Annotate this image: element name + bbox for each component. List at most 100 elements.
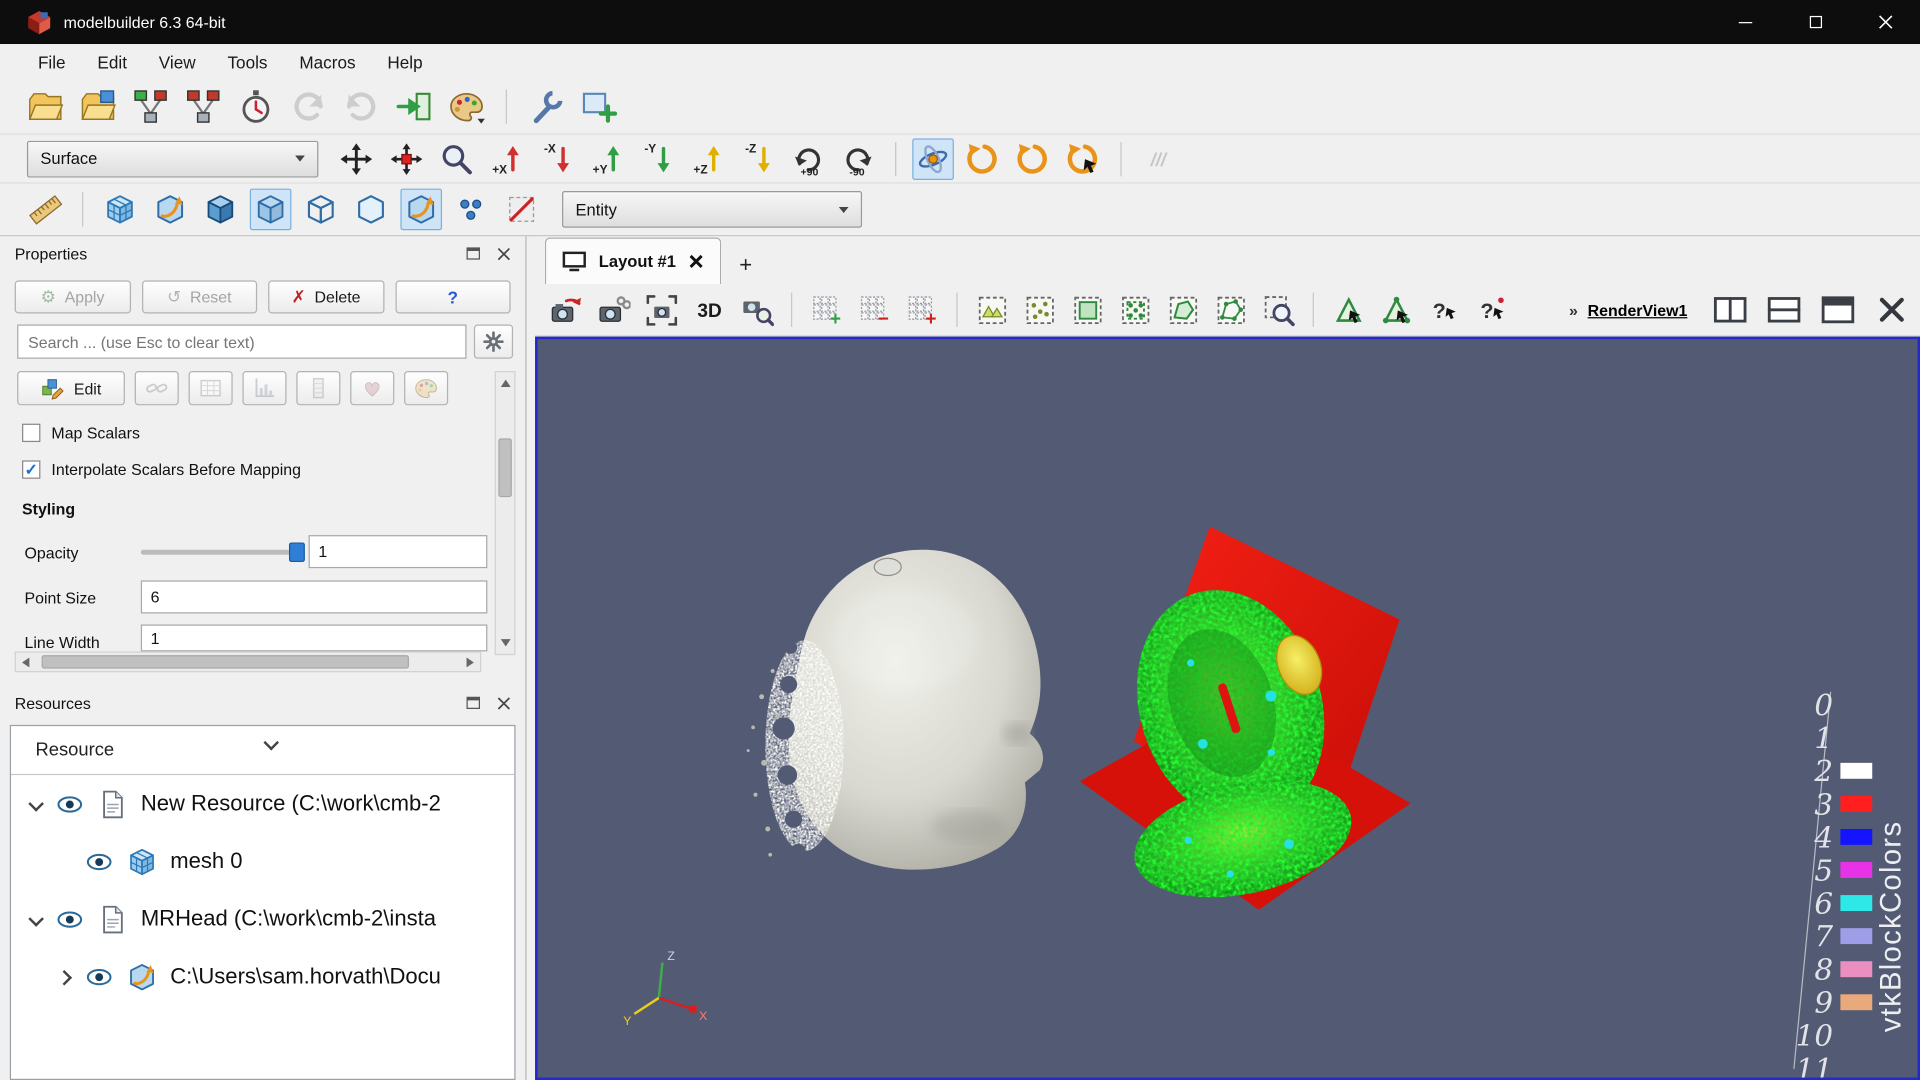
delete-button[interactable]: ✗ Delete — [268, 280, 384, 314]
menu-file[interactable]: File — [22, 47, 81, 76]
camera-elevation-icon[interactable] — [1063, 138, 1105, 180]
minimize-button[interactable] — [1711, 0, 1781, 44]
edit-column-button[interactable] — [296, 371, 341, 406]
opacity-field[interactable]: 1 — [308, 535, 488, 569]
split-horizontal-icon[interactable] — [1707, 287, 1754, 334]
interactive-select-cells-icon[interactable] — [1327, 289, 1369, 331]
apply-button[interactable]: ⚙ Apply — [14, 280, 131, 314]
interactive-select-points-icon[interactable] — [1375, 289, 1417, 331]
close-dock-icon[interactable] — [497, 247, 510, 260]
scroll-right-icon[interactable] — [466, 656, 474, 667]
rep-solid-icon[interactable] — [200, 189, 242, 231]
properties-horizontal-scrollbar[interactable] — [14, 651, 482, 673]
grid-modify-icon[interactable]: + — [901, 289, 943, 331]
edit-button[interactable]: Edit — [17, 371, 125, 406]
tree-row[interactable]: C:\Users\sam.horvath\Docu — [11, 948, 514, 1006]
float-dock-icon[interactable] — [466, 696, 481, 709]
rep-glyph2-icon[interactable] — [400, 188, 443, 231]
render-viewport[interactable]: Z X Y 0 1 2 3 4 5 6 7 8 9 10 11 vtkBlockColors — [535, 336, 1920, 1080]
menu-view[interactable]: View — [143, 47, 212, 76]
tree-expander-icon[interactable] — [28, 797, 43, 812]
visibility-eye-icon[interactable] — [55, 904, 84, 933]
tree-row[interactable]: MRHead (C:\work\cmb-2\insta — [11, 890, 514, 948]
select-cells-on-icon[interactable] — [971, 289, 1013, 331]
visibility-eye-icon[interactable] — [84, 847, 113, 876]
open-file-icon[interactable] — [24, 86, 66, 128]
rep-wireframe-icon[interactable] — [300, 189, 342, 231]
help-button[interactable]: ? — [394, 280, 511, 314]
tree-row[interactable]: New Resource (C:\work\cmb-2 — [11, 775, 514, 833]
tree-row[interactable]: mesh 0 — [11, 833, 514, 891]
view-minus-y-icon[interactable]: -Y — [637, 138, 679, 180]
auto-apply-icon[interactable] — [393, 86, 435, 128]
menu-tools[interactable]: Tools — [212, 47, 284, 76]
reset-camera-icon[interactable] — [336, 138, 378, 180]
sources-icon[interactable] — [130, 86, 172, 128]
capture-screenshot-icon[interactable] — [640, 289, 682, 331]
opacity-slider[interactable] — [140, 542, 305, 563]
resource-header-dropdown[interactable] — [263, 736, 278, 751]
opacity-slider-handle[interactable] — [288, 542, 305, 563]
point-size-field[interactable]: 6 — [140, 580, 488, 614]
rep-mesh-icon[interactable] — [99, 189, 141, 231]
tree-expander-icon[interactable] — [28, 912, 43, 927]
edit-chart-button[interactable] — [242, 371, 287, 406]
scrollbar-thumb[interactable] — [498, 438, 512, 498]
view-plus-z-icon[interactable]: +Z — [687, 138, 729, 180]
preview-capture-icon[interactable] — [736, 289, 778, 331]
hover-points-icon[interactable]: ? — [1471, 289, 1513, 331]
rep-glyph-icon[interactable] — [149, 189, 191, 231]
line-width-field[interactable]: 1 — [140, 624, 488, 652]
visibility-eye-icon[interactable] — [84, 962, 113, 991]
rep-edges-icon[interactable] — [350, 189, 392, 231]
close-view-icon[interactable] — [1869, 287, 1916, 334]
camera-reset-icon[interactable] — [545, 289, 587, 331]
menu-edit[interactable]: Edit — [82, 47, 143, 76]
split-vertical-icon[interactable] — [1761, 287, 1808, 334]
representation-combobox[interactable]: Surface — [26, 140, 319, 177]
close-button[interactable] — [1850, 0, 1920, 44]
select-points-on-icon[interactable] — [1019, 289, 1061, 331]
rotate-90-ccw-icon[interactable]: -90 — [838, 138, 880, 180]
entity-combobox[interactable]: Entity — [562, 191, 863, 228]
edit-table-button[interactable] — [188, 371, 233, 406]
rotate-90-cw-icon[interactable]: +90 — [787, 138, 829, 180]
camera-azimuth-icon[interactable] — [1013, 138, 1055, 180]
camera-link-icon[interactable] — [593, 289, 635, 331]
edit-heart-button[interactable] — [350, 371, 395, 406]
open-folder-icon[interactable] — [77, 86, 119, 128]
animation-timer-icon[interactable] — [235, 86, 277, 128]
hover-cells-icon[interactable]: ? — [1423, 289, 1465, 331]
scroll-up-icon[interactable] — [500, 379, 511, 387]
select-cells-through-icon[interactable] — [1067, 289, 1109, 331]
camera-roll-icon[interactable] — [962, 138, 1004, 180]
interpolate-scalars-checkbox[interactable]: ✓ — [22, 460, 41, 479]
menu-macros[interactable]: Macros — [283, 47, 371, 76]
toolbar-overflow-button[interactable]: » — [1569, 301, 1578, 319]
adjust-slashes-icon[interactable]: /// — [1138, 138, 1180, 180]
filters-icon[interactable] — [182, 86, 224, 128]
zoom-to-box-icon[interactable] — [436, 138, 478, 180]
scrollbar-thumb[interactable] — [41, 655, 409, 669]
layout-tab[interactable]: Layout #1 — [544, 237, 722, 285]
view-plus-x-icon[interactable]: +X — [486, 138, 528, 180]
scroll-down-icon[interactable] — [500, 639, 511, 647]
zoom-to-box-icon[interactable] — [1258, 289, 1300, 331]
color-palette-icon[interactable] — [446, 86, 488, 128]
add-plus-icon[interactable] — [578, 86, 620, 128]
edit-link-button[interactable] — [134, 371, 179, 406]
search-options-gear-button[interactable] — [473, 324, 514, 359]
map-scalars-checkbox[interactable] — [22, 423, 41, 443]
view-minus-x-icon[interactable]: -X — [536, 138, 578, 180]
camera-orbit-icon[interactable] — [912, 137, 954, 180]
select-points-polygon-icon[interactable] — [1210, 289, 1252, 331]
view-minus-z-icon[interactable]: -Z — [737, 138, 779, 180]
maximize-view-icon[interactable] — [1815, 287, 1862, 334]
redo-icon[interactable] — [340, 86, 382, 128]
add-layout-tab-button[interactable]: + — [724, 245, 768, 284]
settings-wrench-icon[interactable] — [525, 86, 567, 128]
render-view-name[interactable]: RenderView1 — [1588, 301, 1688, 319]
resource-column-header[interactable]: Resource — [11, 726, 515, 776]
toggle-2d3d-button[interactable]: 3D — [688, 289, 730, 331]
maximize-button[interactable] — [1780, 0, 1850, 44]
